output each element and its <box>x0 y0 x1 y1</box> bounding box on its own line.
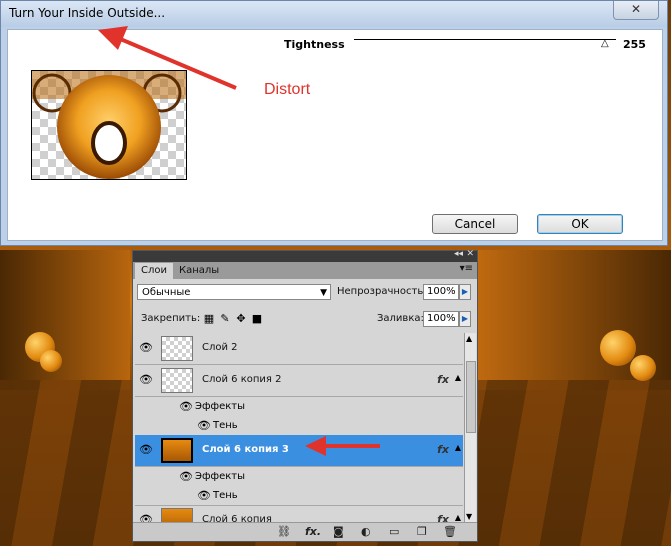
arrow-to-layer <box>305 436 380 456</box>
arrow-to-title <box>98 26 237 90</box>
annotation-arrows <box>98 26 380 456</box>
